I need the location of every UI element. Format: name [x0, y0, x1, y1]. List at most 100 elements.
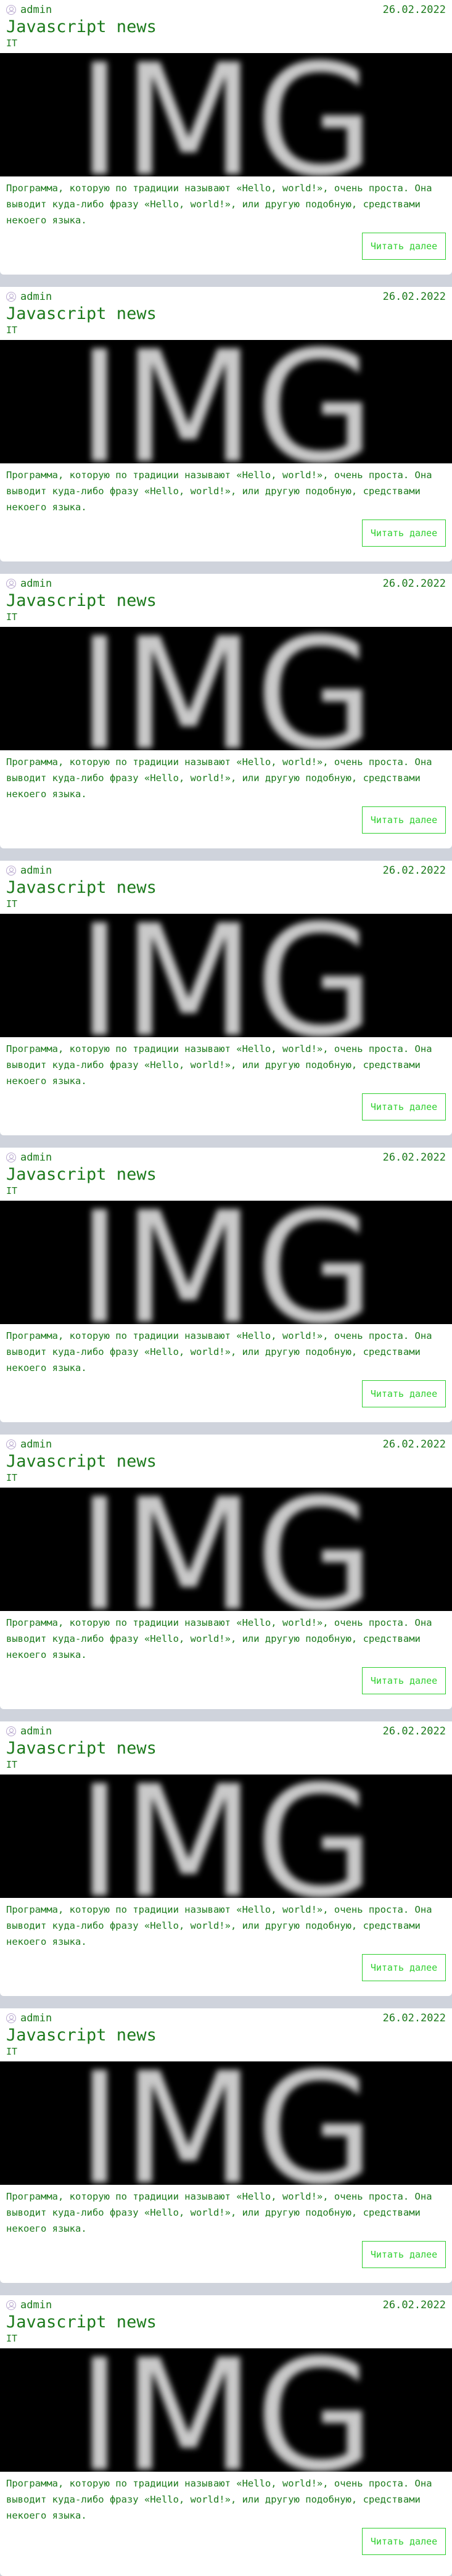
author-name[interactable]: admin [20, 1725, 52, 1737]
post-author[interactable]: admin [6, 1438, 52, 1451]
post-date: 26.02.2022 [382, 291, 446, 303]
read-more-button[interactable]: Читать далее [362, 1093, 446, 1120]
post-date: 26.02.2022 [382, 578, 446, 590]
post-category[interactable]: IT [6, 38, 17, 49]
post-category[interactable]: IT [6, 898, 17, 909]
author-name[interactable]: admin [20, 291, 52, 303]
post-thumbnail[interactable]: IMG [0, 1488, 452, 1611]
post-thumbnail[interactable]: IMG [0, 914, 452, 1037]
post-meta: admin 26.02.2022 [6, 863, 446, 878]
author-name[interactable]: admin [20, 2012, 52, 2024]
post-title[interactable]: Javascript news [6, 2313, 157, 2332]
read-more-button[interactable]: Читать далее [362, 1954, 446, 1981]
user-avatar-icon [6, 579, 16, 589]
post-meta: admin 26.02.2022 [6, 2011, 446, 2026]
thumbnail-image: IMG [0, 914, 452, 1037]
read-more-button[interactable]: Читать далее [362, 806, 446, 834]
post-excerpt: Программа, которую по традиции называют … [6, 470, 432, 513]
post-thumbnail[interactable]: IMG [0, 2061, 452, 2185]
read-more-button[interactable]: Читать далее [362, 520, 446, 547]
post-title[interactable]: Javascript news [6, 1165, 157, 1185]
post-category[interactable]: IT [6, 611, 17, 623]
author-name[interactable]: admin [20, 2299, 52, 2311]
author-name[interactable]: admin [20, 578, 52, 590]
thumbnail-image: IMG [0, 1775, 452, 1898]
post-date: 26.02.2022 [382, 1725, 446, 1737]
post-category[interactable]: IT [6, 2333, 17, 2344]
author-name[interactable]: admin [20, 1151, 52, 1164]
post-excerpt: Программа, которую по традиции называют … [6, 1043, 432, 1087]
thumbnail-image-text: IMG [76, 914, 374, 1037]
author-name[interactable]: admin [20, 4, 52, 16]
thumbnail-image: IMG [0, 2348, 452, 2472]
post-author[interactable]: admin [6, 4, 52, 16]
user-avatar-icon [6, 5, 16, 15]
read-more-button[interactable]: Читать далее [362, 2241, 446, 2268]
post-category[interactable]: IT [6, 1472, 17, 1483]
post-excerpt: Программа, которую по традиции называют … [6, 756, 432, 800]
read-more-button[interactable]: Читать далее [362, 233, 446, 260]
post-thumbnail[interactable]: IMG [0, 53, 452, 176]
post-meta: admin 26.02.2022 [6, 2, 446, 17]
user-avatar-icon [6, 2013, 16, 2023]
thumbnail-image-text: IMG [76, 1488, 374, 1611]
post-author[interactable]: admin [6, 578, 52, 590]
thumbnail-image: IMG [0, 53, 452, 176]
user-avatar-icon [6, 2300, 16, 2310]
post-date: 26.02.2022 [382, 1438, 446, 1451]
post-excerpt: Программа, которую по традиции называют … [6, 2191, 432, 2234]
post-thumbnail[interactable]: IMG [0, 1775, 452, 1898]
author-name[interactable]: admin [20, 1438, 52, 1451]
post-meta: admin 26.02.2022 [6, 1150, 446, 1165]
news-card: admin 26.02.2022 Javascript news IT IMG … [0, 574, 452, 848]
post-title[interactable]: Javascript news [6, 1739, 157, 1758]
post-excerpt: Программа, которую по традиции называют … [6, 183, 432, 226]
user-avatar-icon [6, 1153, 16, 1162]
read-more-button[interactable]: Читать далее [362, 1667, 446, 1694]
post-thumbnail[interactable]: IMG [0, 2348, 452, 2472]
post-category[interactable]: IT [6, 2046, 17, 2057]
post-date: 26.02.2022 [382, 864, 446, 877]
post-excerpt: Программа, которую по традиции называют … [6, 1617, 432, 1660]
post-meta: admin 26.02.2022 [6, 1437, 446, 1452]
post-date: 26.02.2022 [382, 4, 446, 16]
post-thumbnail[interactable]: IMG [0, 340, 452, 463]
post-meta: admin 26.02.2022 [6, 1724, 446, 1739]
author-name[interactable]: admin [20, 864, 52, 877]
post-thumbnail[interactable]: IMG [0, 627, 452, 750]
read-more-button[interactable]: Читать далее [362, 1380, 446, 1407]
read-more-button[interactable]: Читать далее [362, 2528, 446, 2555]
news-card: admin 26.02.2022 Javascript news IT IMG … [0, 861, 452, 1135]
user-avatar-icon [6, 1726, 16, 1736]
post-title[interactable]: Javascript news [6, 304, 157, 324]
thumbnail-image-text: IMG [76, 340, 374, 463]
thumbnail-image-text: IMG [76, 2061, 374, 2185]
post-title[interactable]: Javascript news [6, 17, 157, 37]
post-title[interactable]: Javascript news [6, 591, 157, 611]
news-card: admin 26.02.2022 Javascript news IT IMG … [0, 1721, 452, 1996]
post-author[interactable]: admin [6, 2299, 52, 2311]
post-category[interactable]: IT [6, 1185, 17, 1196]
thumbnail-image: IMG [0, 627, 452, 750]
post-excerpt: Программа, которую по традиции называют … [6, 1330, 432, 1373]
post-title[interactable]: Javascript news [6, 1452, 157, 1472]
post-author[interactable]: admin [6, 291, 52, 303]
thumbnail-image: IMG [0, 1201, 452, 1324]
post-category[interactable]: IT [6, 1759, 17, 1770]
post-title[interactable]: Javascript news [6, 878, 157, 898]
post-excerpt: Программа, которую по традиции называют … [6, 2478, 432, 2521]
post-thumbnail[interactable]: IMG [0, 1201, 452, 1324]
post-author[interactable]: admin [6, 1725, 52, 1737]
post-meta: admin 26.02.2022 [6, 289, 446, 304]
post-author[interactable]: admin [6, 1151, 52, 1164]
post-title[interactable]: Javascript news [6, 2026, 157, 2045]
news-card: admin 26.02.2022 Javascript news IT IMG … [0, 0, 452, 275]
post-author[interactable]: admin [6, 864, 52, 877]
news-feed: admin 26.02.2022 Javascript news IT IMG … [0, 0, 452, 2576]
post-author[interactable]: admin [6, 2012, 52, 2024]
news-card: admin 26.02.2022 Javascript news IT IMG … [0, 287, 452, 561]
user-avatar-icon [6, 866, 16, 876]
post-category[interactable]: IT [6, 325, 17, 336]
news-card: admin 26.02.2022 Javascript news IT IMG … [0, 2008, 452, 2283]
thumbnail-image-text: IMG [76, 53, 374, 176]
